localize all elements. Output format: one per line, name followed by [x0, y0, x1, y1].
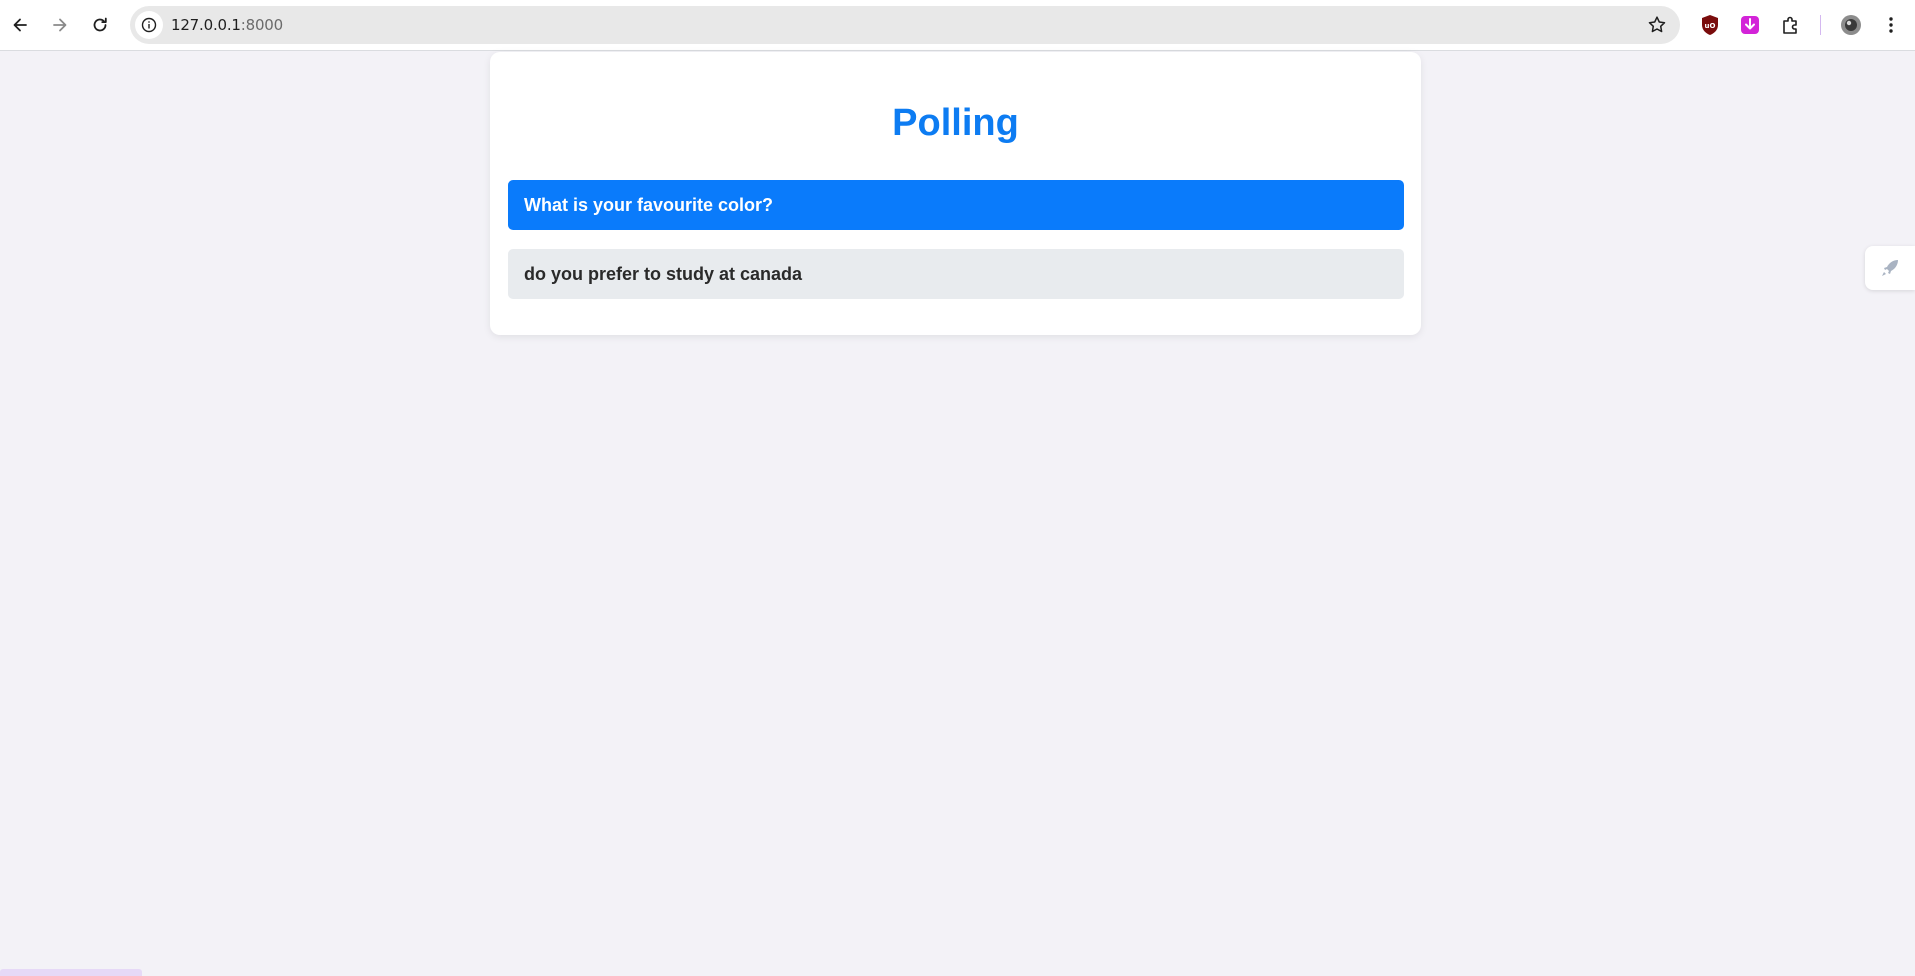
address-bar[interactable]: 127.0.0.1:8000 [130, 6, 1680, 44]
extensions-puzzle-icon [1783, 16, 1797, 34]
reload-button[interactable] [83, 8, 117, 42]
url-host: 127.0.0.1 [171, 16, 241, 34]
reload-icon [93, 17, 107, 32]
ublock-extension-button[interactable]: uO [1698, 13, 1722, 37]
site-info-button[interactable] [135, 11, 163, 39]
poll-item-study-canada[interactable]: do you prefer to study at canada [508, 249, 1404, 299]
forward-icon [53, 18, 67, 32]
bookmark-star-icon[interactable] [1646, 14, 1668, 36]
browser-toolbar: 127.0.0.1:8000 uO [0, 0, 1915, 51]
ublock-extension-icon: uO [1702, 15, 1718, 35]
info-icon [141, 17, 157, 33]
url-text[interactable]: 127.0.0.1:8000 [171, 16, 283, 34]
menu-kebab-icon [1889, 17, 1893, 33]
profile-avatar [1841, 15, 1861, 35]
page-title: Polling [892, 102, 1019, 144]
download-extension-icon [1741, 16, 1759, 34]
url-port: :8000 [240, 16, 283, 34]
forward-button[interactable] [43, 8, 77, 42]
back-button[interactable] [3, 8, 37, 42]
floating-side-widget[interactable] [1865, 246, 1915, 290]
rocket-icon [1882, 260, 1898, 276]
back-icon [13, 18, 27, 32]
profile-button[interactable] [1839, 13, 1863, 37]
svg-text:uO: uO [1705, 22, 1716, 30]
toolbar-divider [1820, 15, 1821, 35]
bottom-status-strip [0, 969, 142, 976]
extensions-button[interactable] [1779, 13, 1803, 37]
polling-card: Polling What is your favourite color? do… [490, 52, 1421, 335]
browser-menu-button[interactable] [1879, 13, 1903, 37]
poll-item-favourite-color[interactable]: What is your favourite color? [508, 180, 1404, 230]
download-extension-button[interactable] [1738, 13, 1762, 37]
